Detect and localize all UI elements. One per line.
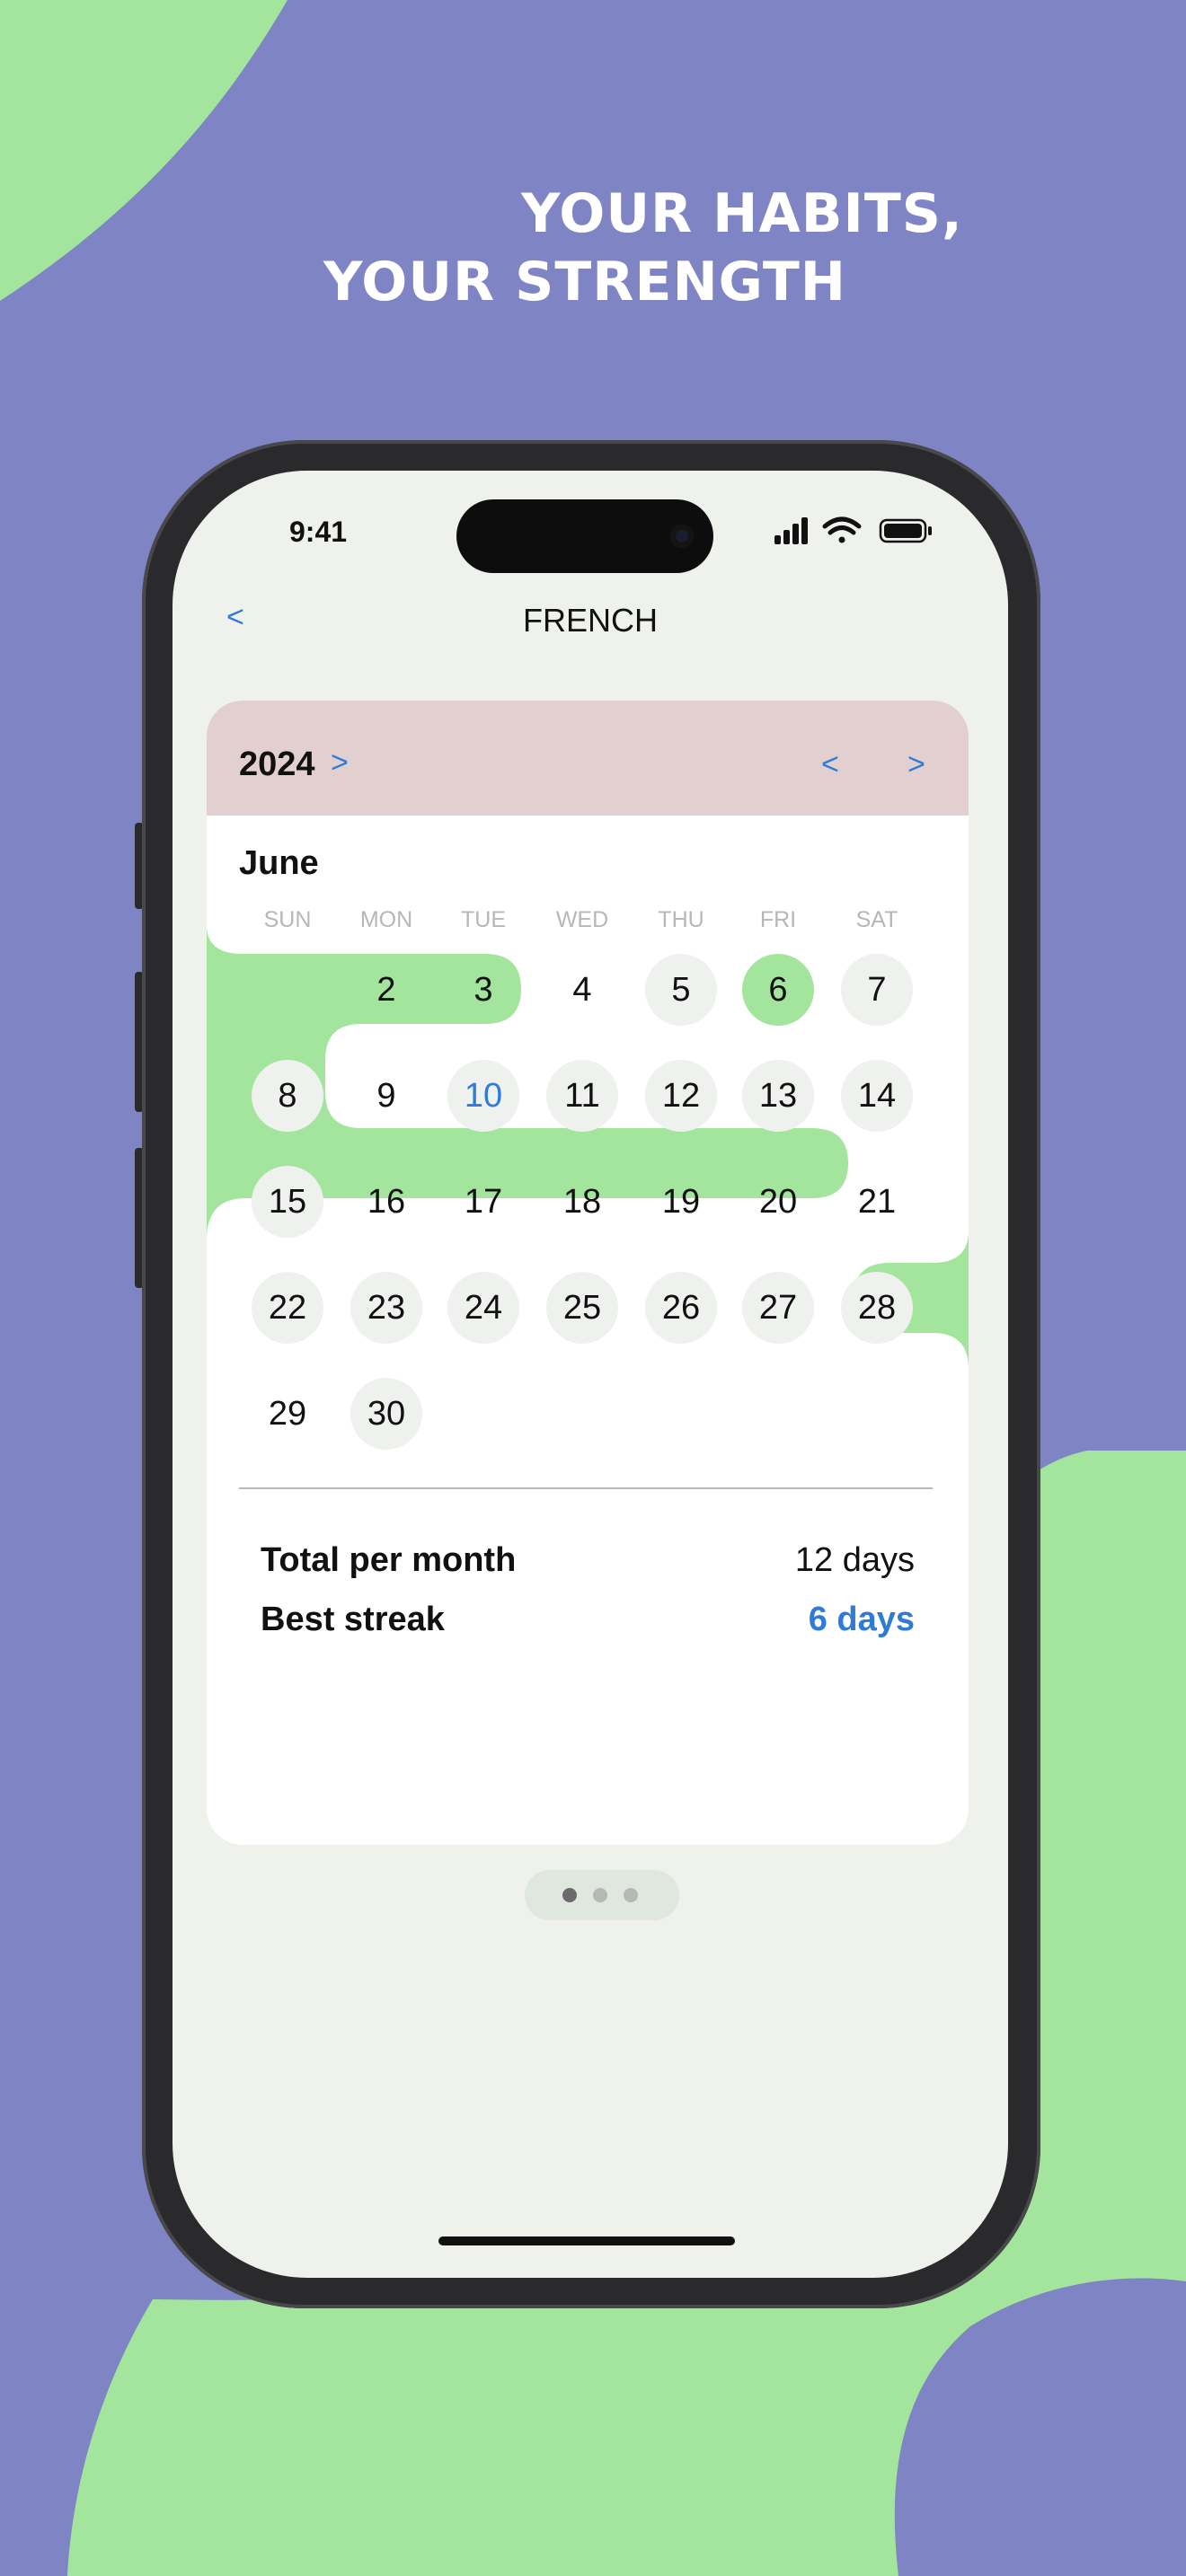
calendar-day[interactable]: 6 — [742, 954, 814, 1026]
status-icons — [774, 516, 932, 544]
page-indicator[interactable] — [525, 1870, 679, 1920]
calendar-day[interactable]: 22 — [252, 1272, 323, 1344]
page-title: FRENCH — [523, 602, 658, 639]
home-indicator — [438, 2236, 735, 2245]
calendar-day[interactable]: 23 — [350, 1272, 422, 1344]
calendar-day[interactable]: 4 — [546, 954, 618, 1026]
month-name: June — [239, 844, 319, 882]
calendar-day[interactable]: 3 — [447, 954, 519, 1026]
camera-icon — [670, 525, 694, 548]
app-screen: 9:41 < FRENCH 2024 > < > June SUN MON TU… — [173, 471, 1008, 2278]
calendar-day[interactable]: 8 — [252, 1060, 323, 1132]
calendar-day[interactable]: 26 — [645, 1272, 717, 1344]
calendar-day[interactable]: 25 — [546, 1272, 618, 1344]
page-dot — [562, 1888, 577, 1902]
divider — [239, 1487, 933, 1489]
calendar-day[interactable]: 11 — [546, 1060, 618, 1132]
year-label: 2024 — [239, 745, 315, 783]
calendar-day[interactable]: 7 — [841, 954, 913, 1026]
calendar-day[interactable]: 12 — [645, 1060, 717, 1132]
wifi-icon — [822, 516, 862, 543]
year-header: 2024 > < > — [207, 701, 969, 816]
calendar-day[interactable]: 29 — [252, 1378, 323, 1450]
calendar-day[interactable]: 16 — [350, 1166, 422, 1238]
calendar-day[interactable]: 5 — [645, 954, 717, 1026]
calendar-day[interactable]: 18 — [546, 1166, 618, 1238]
weekday-label: MON — [359, 907, 413, 932]
page-dot — [593, 1888, 607, 1902]
calendar-day[interactable]: 24 — [447, 1272, 519, 1344]
total-per-month-label: Total per month — [261, 1541, 517, 1579]
calendar-day[interactable]: 15 — [252, 1166, 323, 1238]
weekday-label: FRI — [759, 907, 797, 932]
total-per-month-value: 12 days — [794, 1541, 915, 1579]
calendar-day[interactable]: 19 — [645, 1166, 717, 1238]
weekday-label: THU — [658, 907, 704, 932]
calendar-card: 2024 > < > June SUN MON TUE WED THU FRI … — [207, 701, 969, 1845]
calendar-day[interactable]: 13 — [742, 1060, 814, 1132]
calendar-day[interactable]: 30 — [350, 1378, 422, 1450]
signal-icon — [774, 517, 808, 544]
month-next-button[interactable]: > — [907, 747, 925, 782]
status-time: 9:41 — [289, 516, 348, 548]
year-next-button[interactable]: > — [331, 745, 349, 781]
best-streak-label: Best streak — [261, 1601, 445, 1638]
calendar-day[interactable]: 2 — [350, 954, 422, 1026]
calendar-day[interactable]: 17 — [447, 1166, 519, 1238]
calendar-day[interactable]: 9 — [350, 1060, 422, 1132]
calendar-day[interactable]: 28 — [841, 1272, 913, 1344]
calendar-day[interactable]: 20 — [742, 1166, 814, 1238]
page-dot — [624, 1888, 638, 1902]
headline-line-2: YOUR STRENGTH — [323, 251, 847, 313]
calendar-day[interactable]: 27 — [742, 1272, 814, 1344]
best-streak-value: 6 days — [808, 1601, 915, 1638]
calendar-day[interactable]: 21 — [841, 1166, 913, 1238]
phone-frame: 9:41 < FRENCH 2024 > < > June SUN MON TU… — [142, 440, 1040, 2308]
battery-icon — [879, 518, 932, 543]
weekday-label: TUE — [461, 907, 506, 932]
weekday-label: WED — [555, 907, 609, 932]
dynamic-island — [456, 499, 713, 573]
weekday-label: SUN — [263, 907, 312, 932]
calendar-day[interactable]: 10 — [447, 1060, 519, 1132]
headline-line-1: YOUR HABITS, — [521, 182, 963, 245]
calendar-day[interactable]: 14 — [841, 1060, 913, 1132]
weekday-label: SAT — [855, 907, 898, 932]
month-prev-button[interactable]: < — [821, 747, 839, 782]
